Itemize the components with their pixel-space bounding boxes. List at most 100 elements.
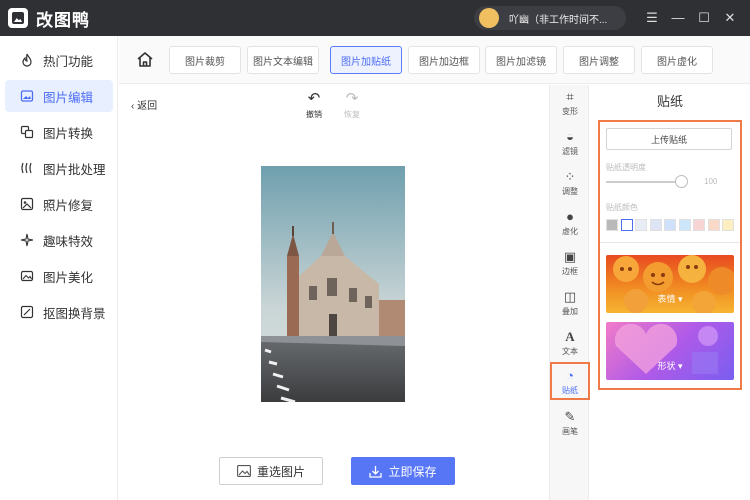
canvas-area: ‹ 返回 ↶ 撤销 ↷ 恢复 重选图片 立即保存 <box>119 85 548 500</box>
title-bar: 改图鸭 吖幽（非工作时间不... ☰ — ☐ ✕ <box>0 0 750 36</box>
tool-brush[interactable]: ✎ 画笔 <box>550 405 590 443</box>
card-label: 表情 ▾ <box>657 294 683 304</box>
sidebar-item-cutout[interactable]: 抠图换背景 <box>5 296 113 328</box>
app-logo-icon <box>8 8 28 28</box>
sidebar-item-image-edit[interactable]: 图片编辑 <box>5 80 113 112</box>
user-name: 吖幽（非工作时间不... <box>509 14 608 26</box>
app-title: 改图鸭 <box>36 10 90 30</box>
color-swatch[interactable] <box>722 219 734 231</box>
tool-overlay[interactable]: ◫ 叠加 <box>550 285 590 323</box>
sidebar-item-label: 图片批处理 <box>43 162 106 177</box>
cutout-icon <box>19 304 35 320</box>
tool-label: 变形 <box>562 107 578 116</box>
tool-label: 叠加 <box>562 307 578 316</box>
sticker-panel: 贴纸 上传贴纸 贴纸透明度 100 贴纸颜色 表情 ▾ 形状 ▾ <box>590 85 750 500</box>
tab-border[interactable]: 图片加边框 <box>408 46 480 74</box>
text-icon: A <box>565 329 575 344</box>
reselect-image-button[interactable]: 重选图片 <box>219 457 323 485</box>
color-swatch[interactable] <box>635 219 647 231</box>
tool-filter[interactable]: ◒ 滤镜 <box>550 125 590 163</box>
tool-label: 贴纸 <box>562 386 578 395</box>
shape-sticker-card[interactable]: 形状 ▾ <box>606 322 734 380</box>
sidebar-item-label: 热门功能 <box>43 54 94 69</box>
user-account[interactable]: 吖幽（非工作时间不... <box>474 6 626 30</box>
sidebar-item-beautify[interactable]: 图片美化 <box>5 260 113 292</box>
redo-button[interactable]: ↷ 恢复 <box>337 89 367 120</box>
color-swatch[interactable] <box>649 219 662 231</box>
sidebar: 热门功能 图片编辑 图片转换 图片批处理 照片修复 趣味特效 图片美化 抠图换背… <box>0 36 118 500</box>
emoji-sticker-card[interactable]: 表情 ▾ <box>606 255 734 313</box>
sidebar-item-effects[interactable]: 趣味特效 <box>5 224 113 256</box>
color-label: 贴纸颜色 <box>606 203 638 212</box>
overlay-icon: ◫ <box>563 289 577 304</box>
download-icon <box>369 465 383 478</box>
sidebar-item-label: 图片编辑 <box>43 90 94 105</box>
save-label: 立即保存 <box>388 464 437 479</box>
minimize-icon[interactable]: — <box>668 8 688 28</box>
adjust-icon: ⁘ <box>564 169 576 184</box>
tool-strip: ⌗ 变形 ◒ 滤镜 ⁘ 调整 ● 虚化 ▣ 边框 ◫ 叠加 A 文本 ◔ 贴纸 ✎ 画笔 <box>549 85 590 500</box>
image-icon <box>237 465 251 477</box>
sidebar-item-hot[interactable]: 热门功能 <box>5 44 113 76</box>
redo-icon: ↷ <box>345 90 359 107</box>
tool-sticker[interactable]: ◔ 贴纸 <box>550 362 590 400</box>
photo-preview[interactable] <box>261 166 405 402</box>
color-swatch[interactable] <box>620 219 633 231</box>
back-button[interactable]: ‹ 返回 <box>131 97 157 112</box>
opacity-slider-thumb[interactable] <box>675 175 688 188</box>
tool-border[interactable]: ▣ 边框 <box>550 245 590 283</box>
tab-adjust[interactable]: 图片调整 <box>563 46 635 74</box>
sidebar-item-label: 照片修复 <box>43 198 94 213</box>
color-swatch[interactable] <box>693 219 705 231</box>
panel-title: 贴纸 <box>656 94 683 109</box>
tool-label: 虚化 <box>562 227 578 236</box>
tab-text-edit[interactable]: 图片文本编辑 <box>247 46 319 74</box>
batch-icon <box>19 160 35 176</box>
menu-icon[interactable]: ☰ <box>642 8 662 28</box>
sticker-icon: ◔ <box>566 368 574 383</box>
opacity-slider-track[interactable] <box>606 181 686 183</box>
save-now-button[interactable]: 立即保存 <box>351 457 455 485</box>
tab-crop[interactable]: 图片裁剪 <box>169 46 241 74</box>
tool-label: 调整 <box>562 187 578 196</box>
border-icon: ▣ <box>563 249 577 264</box>
color-swatch[interactable] <box>678 219 691 231</box>
beautify-icon <box>19 268 35 284</box>
color-swatch[interactable] <box>606 219 618 231</box>
sidebar-item-convert[interactable]: 图片转换 <box>5 116 113 148</box>
tool-label: 滤镜 <box>562 147 578 156</box>
blur-icon: ● <box>566 209 574 224</box>
tab-filter[interactable]: 图片加滤镜 <box>485 46 557 74</box>
sidebar-item-batch[interactable]: 图片批处理 <box>5 152 113 184</box>
tool-text[interactable]: A 文本 <box>550 325 590 363</box>
home-icon[interactable] <box>135 50 155 70</box>
tab-sticker[interactable]: 图片加贴纸 <box>330 46 402 74</box>
sidebar-item-label: 抠图换背景 <box>43 306 106 321</box>
fire-icon <box>19 52 35 68</box>
avatar[interactable] <box>479 8 499 28</box>
color-swatch[interactable] <box>707 219 720 231</box>
image-edit-icon <box>19 88 35 104</box>
emoji-label: 表情 <box>657 294 676 304</box>
upload-sticker-button[interactable]: 上传贴纸 <box>606 128 732 150</box>
tool-adjust[interactable]: ⁘ 调整 <box>550 165 590 203</box>
close-icon[interactable]: ✕ <box>720 8 740 28</box>
sidebar-item-repair[interactable]: 照片修复 <box>5 188 113 220</box>
card-label: 形状 ▾ <box>657 361 683 371</box>
convert-icon <box>19 124 35 140</box>
sidebar-item-label: 图片美化 <box>43 270 94 285</box>
undo-label: 撤销 <box>306 110 322 119</box>
sparkle-icon <box>19 232 35 248</box>
opacity-label: 贴纸透明度 <box>606 163 646 172</box>
redo-label: 恢复 <box>344 110 360 119</box>
undo-button[interactable]: ↶ 撤销 <box>299 89 329 120</box>
sticker-options: 上传贴纸 贴纸透明度 100 贴纸颜色 表情 ▾ 形状 ▾ <box>598 120 742 390</box>
color-swatch[interactable] <box>664 219 676 231</box>
tool-label: 画笔 <box>562 427 578 436</box>
tool-crop[interactable]: ⌗ 变形 <box>550 85 590 123</box>
opacity-value: 100 <box>704 177 718 186</box>
shape-label: 形状 <box>657 361 676 371</box>
maximize-icon[interactable]: ☐ <box>694 8 714 28</box>
tab-blur[interactable]: 图片虚化 <box>641 46 713 74</box>
tool-blur[interactable]: ● 虚化 <box>550 205 590 243</box>
